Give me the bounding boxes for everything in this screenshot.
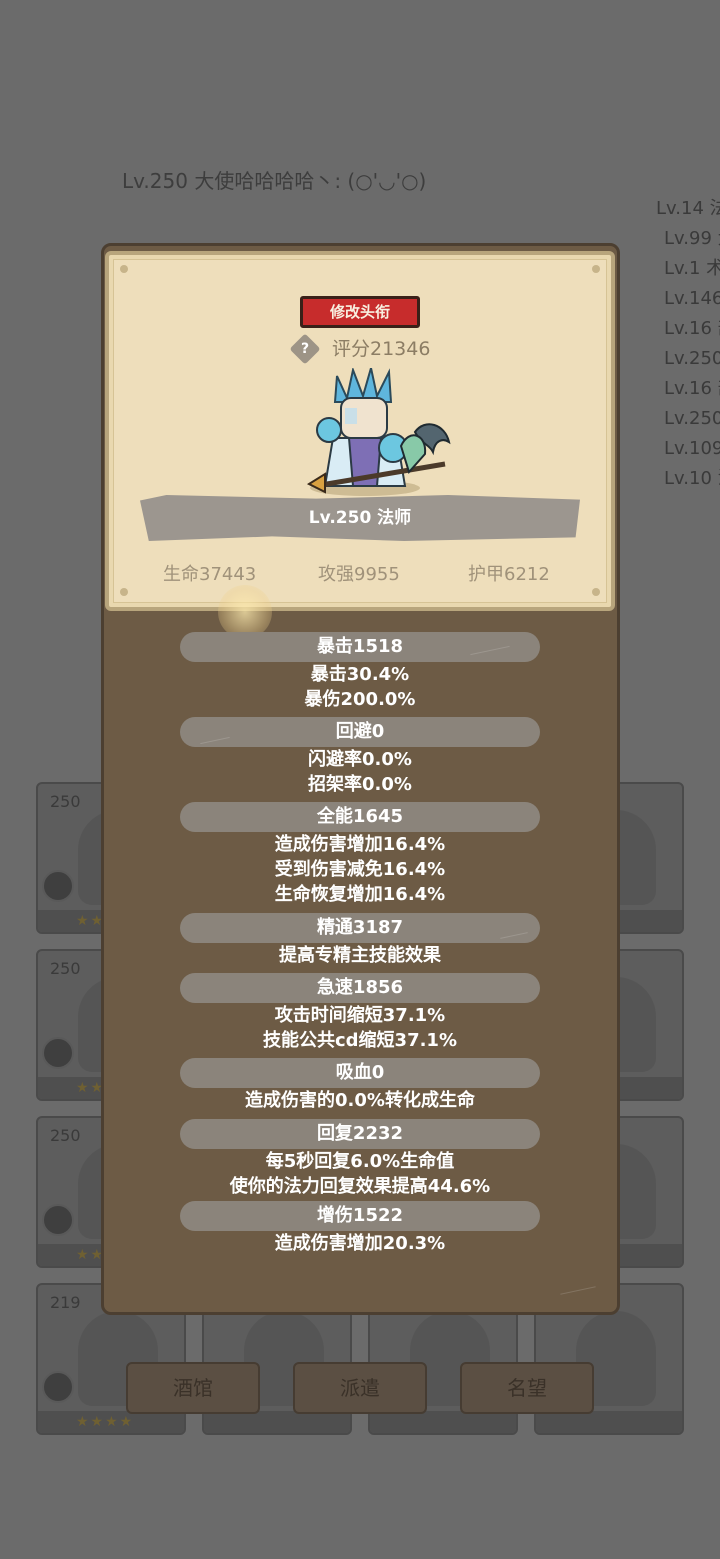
hero-name-banner: Lv.250 法师: [140, 495, 580, 541]
hero-card-level: 219: [50, 1293, 81, 1312]
stat-detail-line: 暴伤200.0%: [304, 689, 416, 710]
ranking-row[interactable]: Lv.16 部: [656, 374, 720, 404]
stat-detail-line: 使你的法力回复效果提高44.6%: [229, 1176, 491, 1197]
ranking-row[interactable]: Lv.14 法: [656, 194, 720, 224]
ranking-row[interactable]: Lv.99 大: [656, 224, 720, 254]
section-header-dodge: 回避0: [180, 717, 540, 747]
touch-glow: [218, 585, 272, 639]
star-rating: [204, 1411, 350, 1433]
tab-reputation[interactable]: 名望: [460, 1362, 594, 1414]
ranking-row[interactable]: Lv.10 法: [656, 464, 720, 494]
parchment-rivet: [120, 588, 128, 596]
hp-stat: 生命37443: [163, 564, 257, 585]
stat-detail-line: 每5秒回复6.0%生命值: [265, 1151, 455, 1172]
ranking-row[interactable]: Lv.16 部: [656, 314, 720, 344]
ranking-row[interactable]: Lv.250: [656, 344, 720, 374]
section-header-haste: 急速1856: [180, 973, 540, 1003]
section-header-damage-bonus: 增伤1522: [180, 1201, 540, 1231]
stat-detail-line: 生命恢复增加16.4%: [274, 884, 446, 905]
background-ranking-list: Lv.14 法 Lv.99 大 Lv.1 术 Lv.146 Lv.16 部 Lv…: [656, 194, 720, 494]
section-header-versatility: 全能1645: [180, 802, 540, 832]
section-header-crit: 暴击1518: [180, 632, 540, 662]
stat-detail-line: 攻击时间缩短37.1%: [274, 1005, 446, 1026]
armor-stat: 护甲6212: [468, 564, 550, 585]
attack-stat: 攻强9955: [318, 564, 400, 585]
ranking-row[interactable]: Lv.146: [656, 284, 720, 314]
star-rating: [536, 1411, 682, 1433]
class-badge-icon: [42, 1037, 74, 1069]
stat-detail-line: 招架率0.0%: [308, 774, 412, 795]
ranking-row[interactable]: Lv.250: [656, 404, 720, 434]
star-rating: [370, 1411, 516, 1433]
star-rating: ★★★★: [38, 1411, 184, 1433]
tab-tavern[interactable]: 酒馆: [126, 1362, 260, 1414]
stat-detail-line: 闪避率0.0%: [308, 749, 412, 770]
ranking-row[interactable]: Lv.109: [656, 434, 720, 464]
parchment-rivet: [592, 265, 600, 273]
stat-detail-line: 受到伤害减免16.4%: [274, 859, 446, 880]
stat-detail-line: 造成伤害增加16.4%: [274, 834, 446, 855]
ranking-row[interactable]: Lv.1 术: [656, 254, 720, 284]
hero-card-level: 250: [50, 959, 81, 978]
class-badge-icon: [42, 1204, 74, 1236]
stat-detail-line: 暴击30.4%: [310, 664, 410, 685]
edit-title-button[interactable]: 修改头衔: [300, 296, 420, 328]
stat-detail-line: 技能公共cd缩短37.1%: [262, 1030, 457, 1051]
hero-card-level: 250: [50, 1126, 81, 1145]
background-player-title: Lv.250 大使哈哈哈哈丶: (○'◡'○): [122, 169, 427, 193]
parchment-rivet: [120, 265, 128, 273]
class-badge-icon: [42, 870, 74, 902]
question-diamond-icon[interactable]: ?: [289, 333, 321, 365]
stat-detail-line: 造成伤害增加20.3%: [274, 1233, 446, 1254]
parchment-rivet: [592, 588, 600, 596]
hero-card-level: 250: [50, 792, 81, 811]
section-header-lifesteal: 吸血0: [180, 1058, 540, 1088]
mage-hero-illustration: [306, 368, 451, 496]
section-header-regen: 回复2232: [180, 1119, 540, 1149]
class-badge-icon: [42, 1371, 74, 1403]
score-value: 评分21346: [332, 338, 431, 360]
tab-dispatch[interactable]: 派遣: [293, 1362, 427, 1414]
stat-detail-line: 造成伤害的0.0%转化成生命: [245, 1090, 475, 1111]
stat-detail-line: 提高专精主技能效果: [279, 945, 441, 966]
section-header-mastery: 精通3187: [180, 913, 540, 943]
